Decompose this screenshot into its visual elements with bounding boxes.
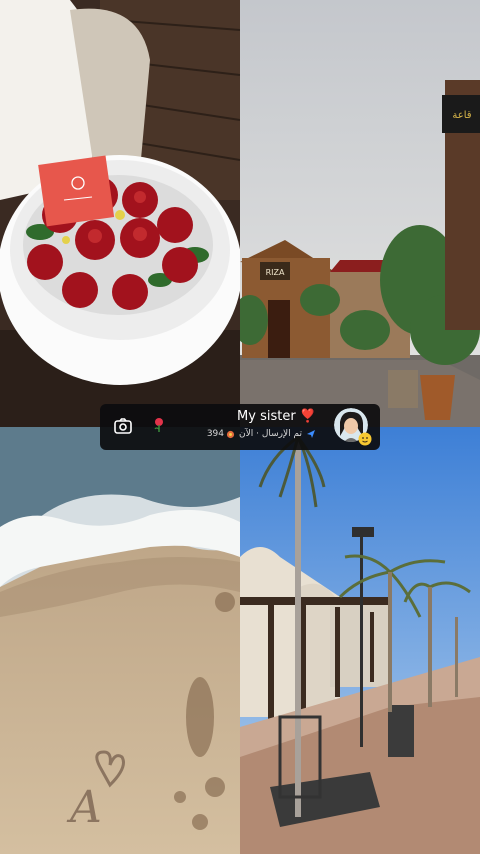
photo-roses-bouquet (0, 0, 240, 427)
avatar-emoji-icon (358, 431, 372, 446)
svg-text:RIZA: RIZA (266, 268, 285, 277)
camera-icon[interactable] (112, 415, 134, 437)
chat-reply-bar[interactable]: My sister ❣️ تم الإرسال · الآن 394 (100, 404, 380, 450)
streak-badge: 394 (207, 429, 235, 439)
svg-text:ﻗﺎﻋﺔ: ﻗﺎﻋﺔ (452, 110, 471, 121)
photo-palm-walkway (240, 427, 480, 854)
photo-restaurant-building: RIZA ﻗﺎﻋﺔ (240, 0, 480, 427)
contact-name[interactable]: My sister ❣️ (237, 409, 316, 424)
streak-flower-icon (226, 430, 235, 438)
sent-status-text: تم الإرسال · الآن (239, 429, 302, 439)
message-status: تم الإرسال · الآن 394 (207, 429, 316, 439)
rose-emoji-icon (152, 417, 166, 433)
photo-beach-sand: A (0, 427, 240, 854)
svg-text:A: A (66, 782, 102, 833)
sent-arrow-icon (306, 429, 316, 439)
streak-count: 394 (206, 429, 225, 439)
